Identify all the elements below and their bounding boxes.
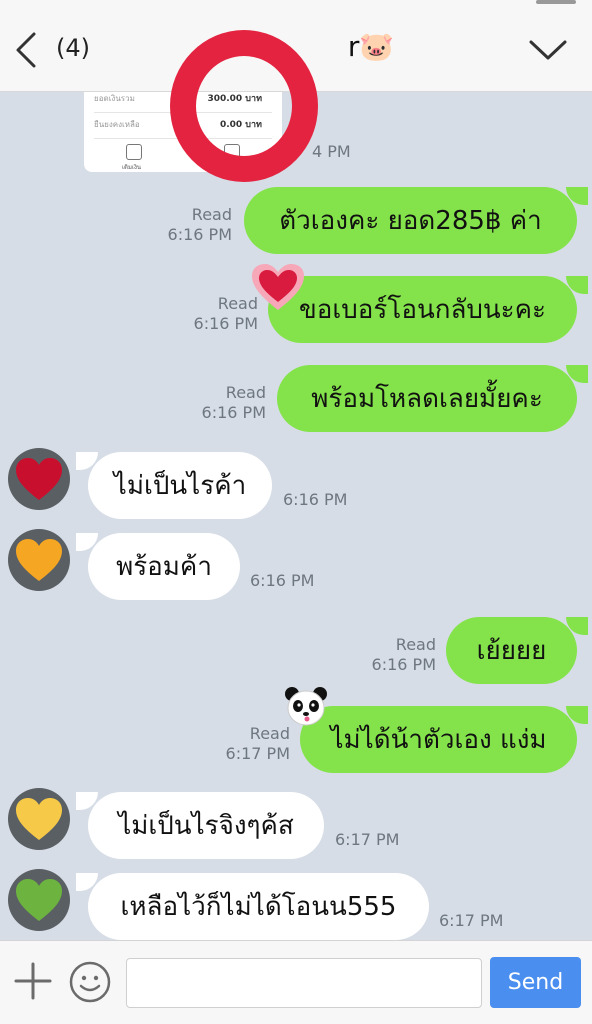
avatar[interactable]: [8, 529, 70, 591]
read-receipt: Read 6:16 PM: [371, 635, 436, 674]
outgoing-message[interactable]: ตัวเองคะ ยอด285฿ ค่า: [244, 187, 577, 254]
message-time: 4 PM: [312, 142, 351, 161]
incoming-message[interactable]: พร้อมค้า: [88, 533, 240, 600]
incoming-message[interactable]: เหลือไว้ก็ไม่ได้โอนน555: [88, 873, 429, 940]
avatar-heart: [16, 539, 62, 581]
chevron-down-icon[interactable]: [528, 36, 568, 64]
wallet-icon: [126, 144, 142, 160]
avatar-heart: [16, 879, 62, 921]
heart-icon: [16, 458, 62, 500]
avatar[interactable]: [8, 448, 70, 510]
avatar-heart: [16, 798, 62, 840]
receipt-caption: เติมเงิน: [122, 164, 141, 171]
message-time: 6:16 PM: [283, 490, 348, 509]
panda-sticker-icon: [285, 687, 327, 726]
incoming-message[interactable]: ไม่เป็นไรจิงๆค้ส: [88, 792, 324, 859]
message-input[interactable]: [126, 958, 482, 1008]
incoming-message[interactable]: ไม่เป็นไรค้า: [88, 452, 272, 519]
send-button[interactable]: Send: [490, 957, 581, 1008]
heart-sticker-icon: [252, 264, 304, 310]
plus-icon[interactable]: [14, 962, 52, 1000]
emoji-icon[interactable]: [68, 960, 112, 1004]
message-time: 6:17 PM: [439, 911, 504, 930]
outgoing-message[interactable]: พร้อมโหลดเลยมั้ยคะ: [277, 365, 577, 432]
status-bar-fragment: [536, 0, 576, 4]
read-receipt: Read 6:17 PM: [225, 724, 290, 763]
outgoing-message[interactable]: ไม่ได้น้าตัวเอง แง่ม: [300, 706, 577, 773]
read-receipt: Read 6:16 PM: [167, 205, 232, 244]
message-time: 6:17 PM: [335, 830, 400, 849]
outgoing-message[interactable]: ขอเบอร์โอนกลับนะคะ: [268, 276, 577, 343]
red-circle-annotation: [170, 30, 318, 182]
avatar-heart: [16, 458, 62, 500]
read-receipt: Read 6:16 PM: [201, 383, 266, 422]
outgoing-message[interactable]: เย้ยยย: [446, 617, 577, 684]
heart-icon: [16, 539, 62, 581]
avatar[interactable]: [8, 788, 70, 850]
read-receipt: Read 6:16 PM: [193, 294, 258, 333]
avatar[interactable]: [8, 869, 70, 931]
heart-icon: [16, 798, 62, 840]
heart-icon: [16, 879, 62, 921]
message-time: 6:16 PM: [250, 571, 315, 590]
chat-title-text: r🐷: [347, 30, 395, 63]
